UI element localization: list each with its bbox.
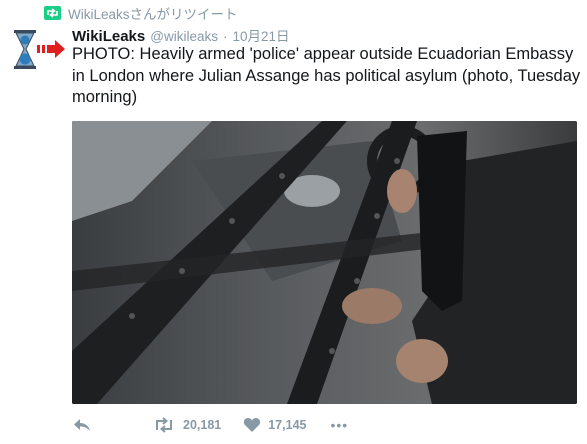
tweet-header: WikiLeaks @wikileaks · 10月21日 <box>72 25 290 45</box>
retweet-badge-icon <box>44 6 61 20</box>
retweet-context: WikiLeaksさんがリツイート <box>44 4 238 22</box>
header-separator: · <box>222 29 228 44</box>
retweet-count[interactable]: 20,181 <box>183 418 221 432</box>
author-handle[interactable]: @wikileaks <box>150 29 218 44</box>
tweet-date[interactable]: 10月21日 <box>232 25 289 45</box>
like-count[interactable]: 17,145 <box>268 418 306 432</box>
author-name[interactable]: WikiLeaks <box>72 28 145 45</box>
armed-officer-in-vehicle-photo <box>72 121 577 404</box>
reply-icon[interactable] <box>72 417 92 433</box>
more-options-button[interactable]: ••• <box>330 417 348 433</box>
tweet-actions: 20,181 17,145 ••• <box>72 413 348 437</box>
tweet-text: PHOTO: Heavily armed 'police' appear out… <box>72 45 581 106</box>
heart-icon[interactable] <box>243 417 261 433</box>
tweet-photo[interactable] <box>72 121 577 404</box>
retweet-context-label[interactable]: WikiLeaksさんがリツイート <box>68 3 238 23</box>
avatar-area[interactable] <box>10 26 66 76</box>
retweet-icon[interactable] <box>152 417 176 433</box>
red-arrow-icon <box>37 40 65 58</box>
